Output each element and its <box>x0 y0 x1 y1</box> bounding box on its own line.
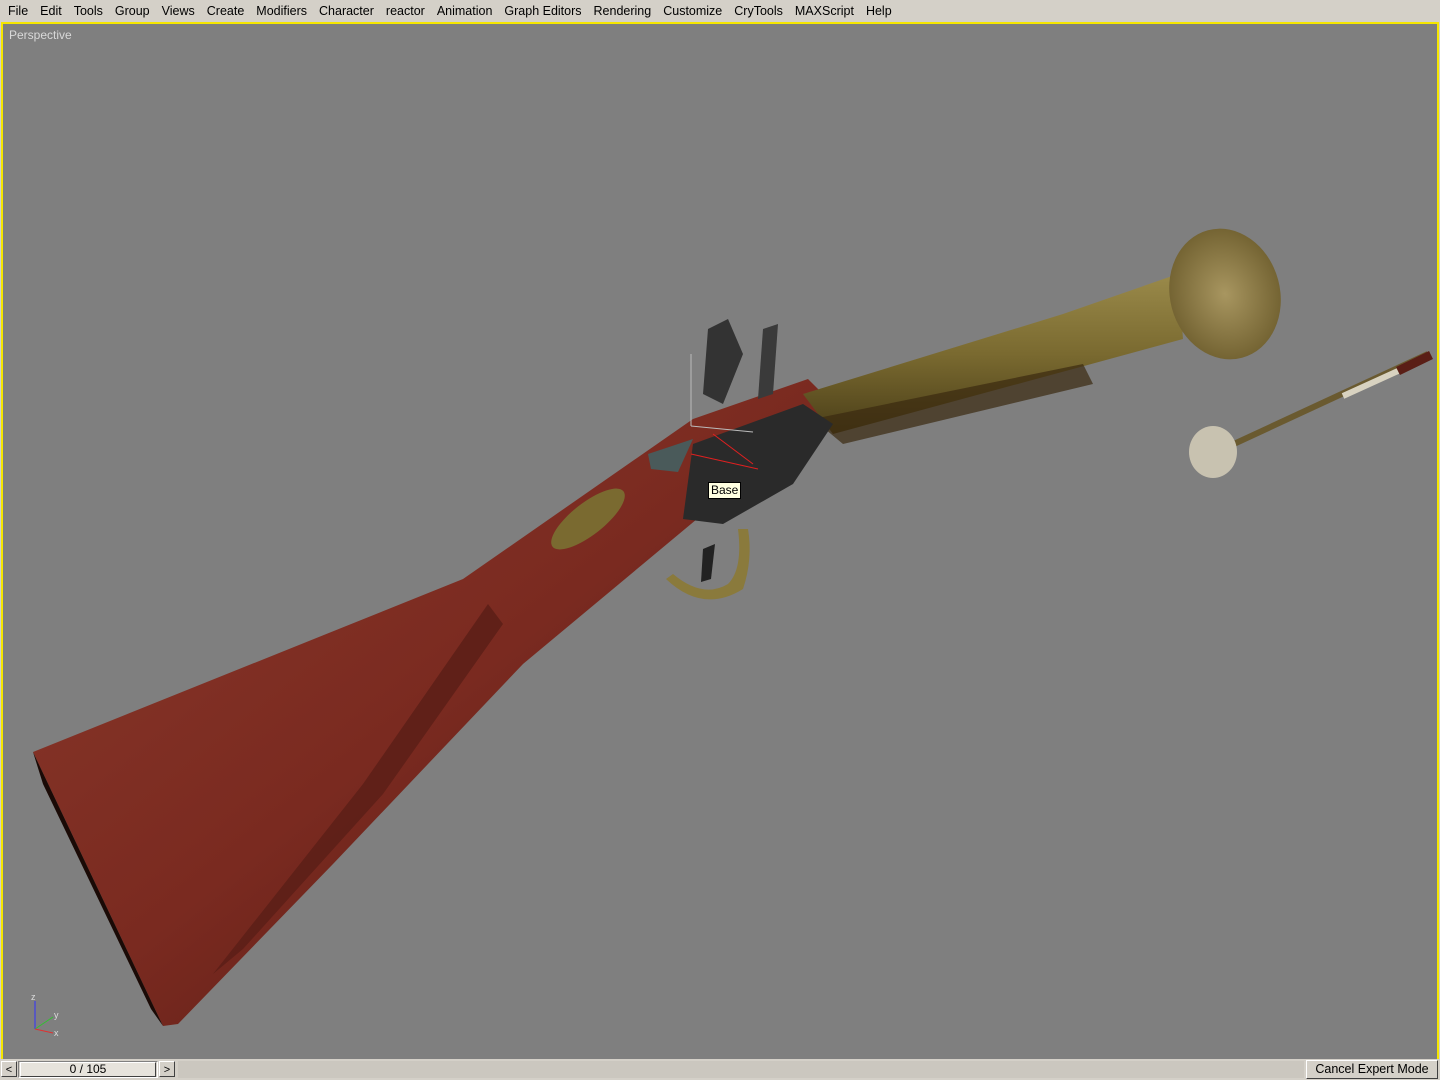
object-tooltip: Base <box>708 482 742 499</box>
ramrod-head <box>1189 426 1237 478</box>
axis-x-label: x <box>54 1028 59 1038</box>
menu-reactor[interactable]: reactor <box>380 0 431 22</box>
menu-tools[interactable]: Tools <box>68 0 109 22</box>
cancel-expert-mode-button[interactable]: Cancel Expert Mode <box>1306 1060 1438 1079</box>
timeline-track[interactable] <box>178 1061 1304 1078</box>
menu-graph-editors[interactable]: Graph Editors <box>498 0 587 22</box>
blunderbuss-model[interactable] <box>3 24 1437 1059</box>
menu-edit[interactable]: Edit <box>34 0 68 22</box>
menu-help[interactable]: Help <box>860 0 898 22</box>
menu-views[interactable]: Views <box>156 0 201 22</box>
menu-animation[interactable]: Animation <box>431 0 499 22</box>
flintlock-mechanism <box>648 319 833 600</box>
menu-bar: File Edit Tools Group Views Create Modif… <box>0 0 1440 22</box>
axis-z-label: z <box>31 992 36 1002</box>
axis-y-label: y <box>54 1010 59 1020</box>
menu-group[interactable]: Group <box>109 0 156 22</box>
time-slider[interactable]: 0 / 105 <box>18 1061 158 1078</box>
gun-barrel <box>803 228 1281 444</box>
next-frame-button[interactable]: > <box>159 1061 175 1077</box>
menu-modifiers[interactable]: Modifiers <box>250 0 313 22</box>
menu-crytools[interactable]: CryTools <box>728 0 789 22</box>
status-bar: < 0 / 105 > Cancel Expert Mode <box>0 1059 1440 1080</box>
ramrod <box>1189 350 1433 478</box>
perspective-viewport[interactable]: Perspective Base z y x <box>1 22 1439 1061</box>
axis-tripod-icon: z y x <box>31 992 59 1038</box>
prev-frame-button[interactable]: < <box>1 1061 17 1077</box>
time-slider-thumb[interactable]: 0 / 105 <box>20 1062 156 1077</box>
barrel-bell <box>1169 228 1281 360</box>
menu-character[interactable]: Character <box>313 0 380 22</box>
menu-file[interactable]: File <box>2 0 34 22</box>
menu-maxscript[interactable]: MAXScript <box>789 0 860 22</box>
menu-rendering[interactable]: Rendering <box>588 0 658 22</box>
menu-create[interactable]: Create <box>201 0 251 22</box>
menu-customize[interactable]: Customize <box>657 0 728 22</box>
